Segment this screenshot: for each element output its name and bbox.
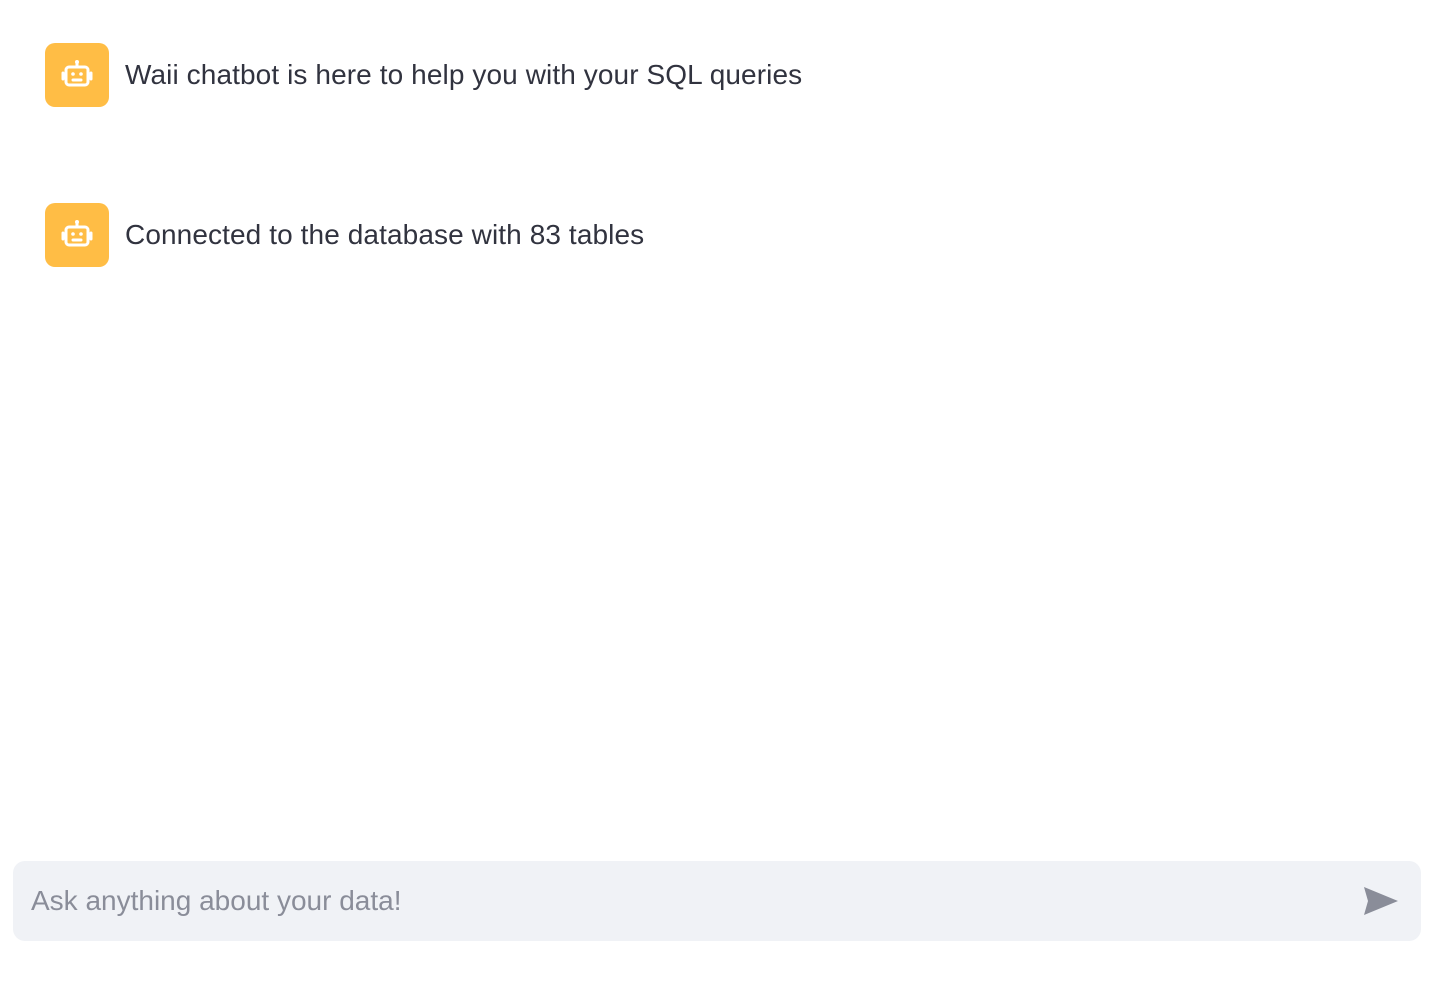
robot-icon	[61, 60, 93, 87]
chat-message-text: Connected to the database with 83 tables	[125, 219, 645, 250]
chat-input-bar	[13, 861, 1421, 941]
assistant-avatar	[45, 203, 109, 267]
send-icon	[1364, 887, 1398, 915]
send-button[interactable]	[1361, 881, 1401, 921]
chat-message: Connected to the database with 83 tables	[45, 203, 1395, 267]
chat-message: Waii chatbot is here to help you with yo…	[45, 43, 1395, 107]
chat-message-list: Waii chatbot is here to help you with yo…	[45, 43, 1395, 267]
assistant-avatar	[45, 43, 109, 107]
chat-message-text: Waii chatbot is here to help you with yo…	[125, 59, 803, 90]
chat-input[interactable]	[13, 861, 1333, 941]
robot-icon	[61, 220, 93, 247]
